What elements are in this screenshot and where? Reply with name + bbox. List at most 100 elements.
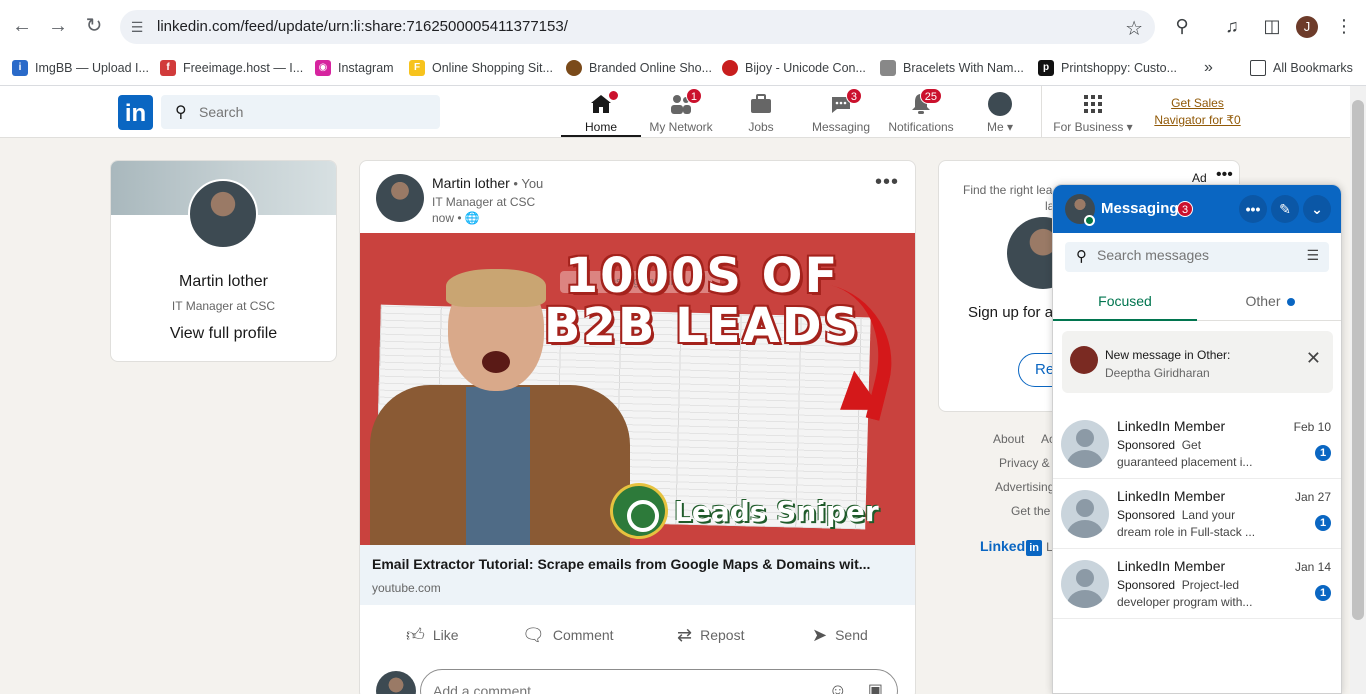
comment-button[interactable]: 🗨︎ Comment: [522, 621, 614, 649]
member-avatar: [1061, 490, 1109, 538]
nav-my-network[interactable]: 1 My Network: [641, 86, 721, 137]
side-panel-icon[interactable]: ◫: [1261, 15, 1283, 37]
bookmark-bracelets[interactable]: Bracelets With Nam...: [880, 56, 1024, 80]
network-badge: 1: [685, 88, 702, 104]
new-message-notice[interactable]: New message in Other: Deeptha Giridharan…: [1062, 331, 1333, 393]
bookmark-star-icon[interactable]: ☆: [1125, 16, 1143, 41]
printshoppy-icon: p: [1038, 60, 1054, 76]
nav-home[interactable]: Home: [561, 86, 641, 137]
bookmark-printshoppy[interactable]: p Printshoppy: Custo...: [1038, 56, 1177, 80]
like-button[interactable]: 👍︎ Like: [406, 621, 459, 649]
home-notification-dot: [607, 89, 620, 102]
all-bookmarks[interactable]: All Bookmarks: [1250, 56, 1353, 80]
conversation-name: LinkedIn Member: [1117, 558, 1226, 574]
bookmarks-bar: i ImgBB — Upload I... f Freeimage.host — I…: [0, 52, 1366, 86]
header-divider: [1041, 86, 1042, 137]
messaging-tabs: Focused Other: [1053, 283, 1341, 321]
messaging-header[interactable]: Messaging 3 ••• ✎ ⌄: [1053, 185, 1341, 233]
nav-my-network-label: My Network: [649, 120, 713, 134]
sales-navigator-link[interactable]: Get Sales Navigator for ₹0: [1150, 95, 1245, 129]
global-search[interactable]: ⚲: [161, 95, 440, 129]
comment-label: Comment: [552, 627, 614, 643]
scrollbar-thumb[interactable]: [1352, 100, 1364, 620]
sales-link-line2: Navigator for ₹0: [1154, 113, 1241, 127]
address-bar[interactable]: ☰ linkedin.com/feed/update/urn:li:share:…: [120, 10, 1155, 44]
forward-arrow-icon[interactable]: →: [46, 14, 70, 38]
nav-me[interactable]: Me ▾: [966, 86, 1034, 137]
bookmark-imgbb[interactable]: i ImgBB — Upload I...: [12, 56, 149, 80]
browser-profile-avatar[interactable]: J: [1296, 16, 1318, 38]
browser-menu-icon[interactable]: ⋮: [1335, 14, 1353, 38]
bookmark-flipkart[interactable]: F Online Shopping Sit...: [409, 56, 553, 80]
reload-icon[interactable]: ↻: [82, 14, 106, 38]
bookmark-bijoy[interactable]: Bijoy - Unicode Con...: [722, 56, 866, 80]
view-full-profile-link[interactable]: View full profile: [111, 325, 336, 343]
extensions-icon[interactable]: ⚲: [1171, 15, 1193, 37]
conversation-date: Jan 14: [1294, 560, 1331, 574]
home-icon: [588, 89, 620, 116]
bookmark-label: Bijoy - Unicode Con...: [745, 61, 866, 75]
post-author-name[interactable]: Martin lother: [432, 175, 510, 191]
conversation-item[interactable]: LinkedIn Member Jan 14 Sponsored Project…: [1053, 549, 1341, 619]
person-shirt: [466, 387, 530, 545]
messaging-options-icon[interactable]: •••: [1239, 195, 1267, 223]
tab-other[interactable]: Other: [1197, 283, 1341, 321]
profile-card: Martin lother IT Manager at CSC View ful…: [110, 160, 337, 362]
shop-icon: [566, 60, 582, 76]
linkedin-logo[interactable]: in: [118, 95, 153, 130]
emoji-icon[interactable]: ☺: [829, 680, 847, 694]
messages-search-input[interactable]: [1097, 247, 1297, 263]
link-preview[interactable]: Email Extractor Tutorial: Scrape emails …: [360, 545, 915, 605]
send-button[interactable]: ➤ Send: [812, 621, 868, 649]
page-scrollbar[interactable]: [1350, 86, 1366, 694]
snippet-line2: guaranteed placement i...: [1117, 455, 1253, 469]
footer-privacy[interactable]: Privacy &: [999, 456, 1050, 470]
post-author[interactable]: Martin lother • You: [432, 175, 543, 191]
ad-more-options-icon[interactable]: •••: [1216, 166, 1233, 184]
messaging-title[interactable]: Messaging: [1101, 200, 1179, 217]
site-settings-icon[interactable]: ☰: [128, 18, 146, 36]
folder-icon: [1250, 60, 1266, 76]
profile-avatar[interactable]: [188, 179, 258, 249]
image-icon[interactable]: ▣: [868, 680, 883, 694]
conversation-snippet: Sponsored Land your dream role in Full-st…: [1117, 507, 1297, 541]
search-input[interactable]: [199, 101, 429, 123]
footer-get-app[interactable]: Get the: [1011, 504, 1050, 518]
conversation-item[interactable]: LinkedIn Member Feb 10 Sponsored Get guar…: [1053, 409, 1341, 479]
comment-box[interactable]: ☺ ▣: [420, 669, 898, 694]
collapse-chevron-icon[interactable]: ⌄: [1303, 195, 1331, 223]
bookmark-instagram[interactable]: ◉ Instagram: [315, 56, 394, 80]
send-icon: ➤: [812, 624, 828, 645]
close-icon[interactable]: ✕: [1306, 348, 1321, 369]
post-author-avatar[interactable]: [376, 174, 424, 222]
url-text[interactable]: linkedin.com/feed/update/urn:li:share:71…: [157, 18, 568, 35]
tab-focused[interactable]: Focused: [1053, 283, 1197, 321]
bookmark-shop[interactable]: Branded Online Sho...: [566, 56, 712, 80]
conversation-item[interactable]: LinkedIn Member Jan 27 Sponsored Land yo…: [1053, 479, 1341, 549]
snippet-line2: dream role in Full-stack ...: [1117, 525, 1256, 539]
comment-input[interactable]: [433, 683, 813, 694]
more-bookmarks-chevron-icon[interactable]: »: [1204, 56, 1213, 80]
post-more-options-icon[interactable]: •••: [875, 171, 899, 194]
jobs-icon: [748, 92, 774, 116]
bell-icon: 25: [908, 88, 942, 116]
footer-advertising[interactable]: Advertising: [995, 480, 1054, 494]
media-controls-icon[interactable]: ♫: [1221, 15, 1243, 37]
nav-messaging[interactable]: 3 Messaging: [801, 86, 881, 137]
brand-text: Leads Sniper: [674, 494, 879, 528]
like-label: Like: [432, 627, 459, 643]
footer-about[interactable]: About: [993, 432, 1024, 446]
post-image[interactable]: Messaging Ship 1000S OF B2B LEADS Leads …: [360, 233, 915, 545]
profile-name[interactable]: Martin lother: [111, 273, 336, 291]
bookmark-freeimage[interactable]: f Freeimage.host — I...: [160, 56, 303, 80]
link-preview-title[interactable]: Email Extractor Tutorial: Scrape emails …: [372, 556, 870, 572]
nav-for-business[interactable]: For Business ▾: [1046, 86, 1140, 137]
back-arrow-icon[interactable]: ←: [10, 14, 34, 38]
repost-button[interactable]: ⇄ Repost: [677, 621, 744, 649]
online-status-indicator: [1084, 215, 1095, 226]
nav-jobs[interactable]: Jobs: [721, 86, 801, 137]
nav-notifications[interactable]: 25 Notifications: [881, 86, 961, 137]
messages-search[interactable]: ⚲ ☰: [1065, 242, 1329, 272]
compose-message-icon[interactable]: ✎: [1271, 195, 1299, 223]
filter-icon[interactable]: ☰: [1306, 247, 1319, 264]
